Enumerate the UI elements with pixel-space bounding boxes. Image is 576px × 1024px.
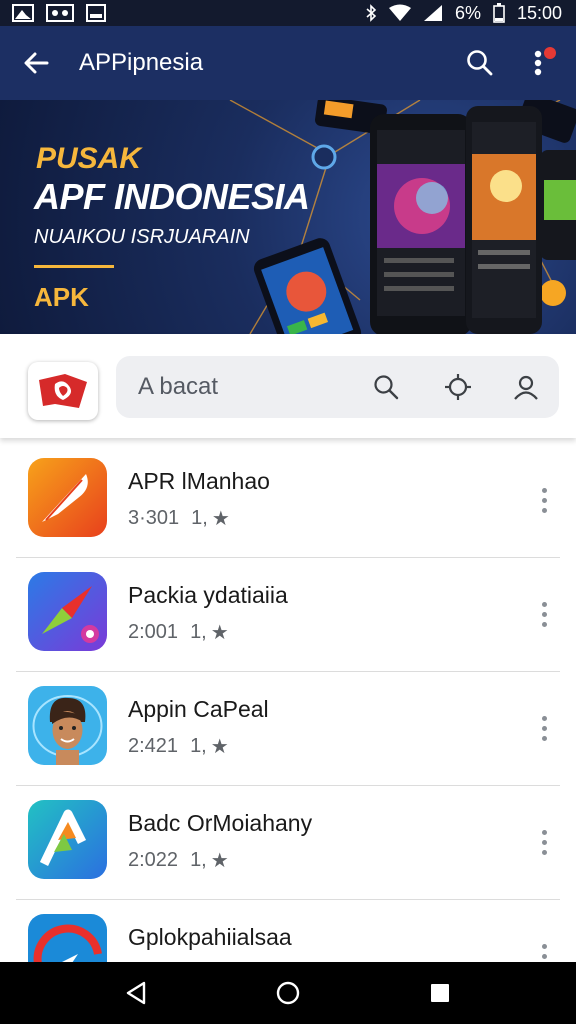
banner-divider (34, 265, 114, 268)
app-rating: 1, (190, 849, 207, 871)
item-more-button[interactable] (528, 822, 560, 862)
list-item[interactable]: Appin CaPeal 2:421 1, ★ (16, 672, 560, 786)
nav-home-button[interactable] (268, 973, 308, 1013)
app-name: Packia ydatiaiia (128, 582, 288, 608)
compass-app-icon (28, 572, 107, 651)
more-vert-icon (534, 50, 542, 76)
search-submit-button[interactable] (370, 371, 402, 403)
banner-subtitle: NUAIKOU ISRJUARAIN (34, 226, 250, 248)
search-button[interactable] (460, 43, 500, 83)
app-size: 2:001 (128, 621, 179, 643)
item-more-button[interactable] (528, 594, 560, 634)
notification-dot (544, 47, 556, 59)
app-meta: 2:421 1, ★ (128, 734, 229, 759)
avatar-app-icon (28, 686, 107, 765)
star-icon: ★ (211, 508, 230, 530)
item-more-button[interactable] (528, 480, 560, 520)
store-logo[interactable] (28, 362, 98, 420)
nav-back-button[interactable] (116, 973, 156, 1013)
app-size: 3·301 (128, 507, 180, 529)
back-button[interactable] (18, 45, 54, 81)
app-icon (28, 458, 107, 537)
location-button[interactable] (442, 371, 474, 403)
banner-kicker: PUSAK (36, 142, 142, 175)
signal-icon (423, 5, 442, 21)
star-icon: ★ (210, 736, 229, 758)
search-input[interactable] (138, 373, 358, 401)
star-icon: ★ (210, 622, 229, 644)
app-meta: 3·301 1, ★ (128, 506, 230, 531)
list-item[interactable]: APR lManhao 3·301 1, ★ (16, 444, 560, 558)
person-icon (514, 375, 538, 400)
item-more-button[interactable] (528, 708, 560, 748)
triangle-back-icon (126, 981, 146, 1005)
banner-tag: APK (34, 282, 89, 312)
arrow-left-icon (24, 52, 49, 74)
notification-icons (12, 4, 106, 22)
app-bar: APPipnesia (0, 26, 576, 100)
crosshair-icon (445, 374, 471, 400)
app-title: APPipnesia (79, 49, 204, 76)
banner-title: APF INDONESIA (34, 176, 310, 217)
list-item[interactable]: Packia ydatiaiia 2:001 1, ★ (16, 558, 560, 672)
app-rating: 1, (191, 507, 208, 529)
bluetooth-icon (366, 4, 377, 22)
photo-notification-icon (86, 4, 106, 22)
list-item[interactable]: Badc OrMoiahany 2:022 1, ★ (16, 786, 560, 900)
square-recents-icon (431, 984, 449, 1002)
app-icon (28, 572, 107, 651)
nav-recents-button[interactable] (420, 973, 460, 1013)
account-button[interactable] (510, 371, 542, 403)
app-name: Gplokpahiialsaa (128, 924, 292, 950)
battery-icon (493, 3, 505, 23)
app-meta: 2:001 1, ★ (128, 620, 229, 645)
app-icon (28, 800, 107, 879)
app-name: Appin CaPeal (128, 696, 269, 722)
status-bar: 6% 15:00 (0, 0, 576, 26)
app-name: APR lManhao (128, 468, 270, 494)
search-section (0, 334, 576, 438)
arrow-app-icon (28, 800, 107, 879)
app-size: 2:421 (128, 735, 179, 757)
search-icon (467, 50, 493, 76)
app-rating: 1, (190, 621, 207, 643)
app-size: 2:022 (128, 849, 179, 871)
app-rating: 1, (190, 735, 207, 757)
search-icon (374, 375, 399, 400)
app-list: APR lManhao 3·301 1, ★ Packia ydatiaiia … (0, 444, 576, 1014)
star-icon: ★ (210, 850, 229, 872)
app-name: Badc OrMoiahany (128, 810, 313, 836)
gallery-notification-icon (46, 4, 74, 22)
system-nav-bar (0, 962, 576, 1024)
circle-home-icon (276, 981, 300, 1005)
battery-percent: 6% (454, 2, 481, 23)
system-status: 6% 15:00 (365, 3, 562, 24)
app-meta: 2:022 1, ★ (128, 848, 229, 873)
promo-banner[interactable]: PUSAK APF INDONESIA NUAIKOU ISRJUARAIN A… (0, 100, 576, 334)
image-notification-icon (12, 4, 34, 22)
store-logo-icon (39, 374, 87, 408)
search-bar[interactable] (116, 356, 559, 418)
clock: 15:00 (516, 2, 562, 23)
feather-app-icon (28, 458, 107, 537)
overflow-menu-button[interactable] (518, 43, 558, 83)
app-icon (28, 686, 107, 765)
wifi-icon (388, 4, 411, 21)
